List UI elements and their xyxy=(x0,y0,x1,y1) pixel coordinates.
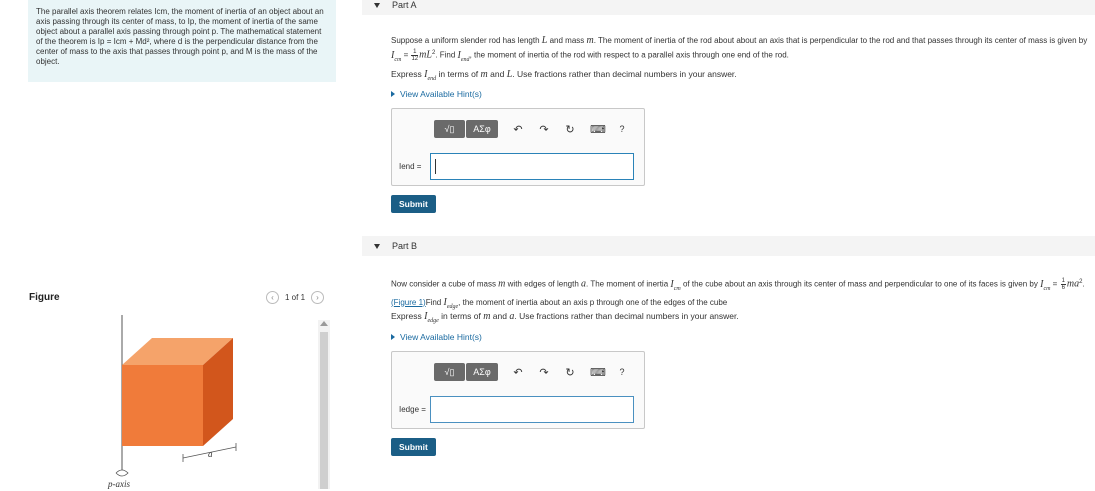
part-a-header[interactable]: Part A xyxy=(362,0,1095,15)
prev-figure-button[interactable]: ‹ xyxy=(266,291,279,304)
part-a-hint-link[interactable]: View Available Hint(s) xyxy=(391,89,482,99)
scroll-up-icon[interactable] xyxy=(320,321,328,326)
templates-button[interactable]: √▯ xyxy=(434,120,465,138)
part-b-hint-link[interactable]: View Available Hint(s) xyxy=(391,332,482,342)
redo-icon[interactable]: ↷ xyxy=(538,123,550,136)
undo-icon[interactable]: ↶ xyxy=(512,366,524,379)
part-b-submit-button[interactable]: Submit xyxy=(391,438,436,456)
part-a-answer-input[interactable] xyxy=(430,153,634,180)
templates-button[interactable]: √▯ xyxy=(434,363,465,381)
p-axis-label: p-axis xyxy=(107,479,130,489)
part-a-submit-button[interactable]: Submit xyxy=(391,195,436,213)
part-b-field-label: Iedge = xyxy=(399,405,426,414)
keyboard-icon[interactable]: ⌨ xyxy=(590,123,606,136)
part-a-field-label: Iend = xyxy=(399,162,422,171)
keyboard-icon[interactable]: ⌨ xyxy=(590,366,606,379)
redo-icon[interactable]: ↷ xyxy=(538,366,550,379)
reset-icon[interactable]: ↻ xyxy=(564,123,576,136)
intro-text: The parallel axis theorem relates Icm, t… xyxy=(36,7,324,66)
symbols-button[interactable]: ΑΣφ xyxy=(466,363,498,381)
hint-caret-icon xyxy=(391,91,395,97)
part-a-answer-box: √▯ ΑΣφ ↶ ↷ ↻ ⌨ ? Iend = xyxy=(391,108,645,186)
rotation-arrow-icon xyxy=(115,469,129,477)
help-icon[interactable]: ? xyxy=(616,124,628,134)
figure-pager: ‹ 1 of 1 › xyxy=(266,291,325,304)
edge-label: a xyxy=(208,449,213,459)
part-a-express: Express Iend in terms of m and L. Use fr… xyxy=(391,69,737,82)
next-figure-button[interactable]: › xyxy=(311,291,325,304)
hint-caret-icon xyxy=(391,334,395,340)
collapse-caret-icon xyxy=(374,243,380,249)
part-a-question: Suppose a uniform slender rod has length… xyxy=(391,35,1088,63)
collapse-caret-icon xyxy=(374,2,380,8)
figure-image: a p-axis xyxy=(28,310,336,489)
part-b-answer-box: √▯ ΑΣφ ↶ ↷ ↻ ⌨ ? Iedge = xyxy=(391,351,645,429)
part-b-answer-input[interactable] xyxy=(430,396,634,423)
cube-diagram: a p-axis xyxy=(107,315,237,489)
undo-icon[interactable]: ↶ xyxy=(512,123,524,136)
part-a-math-toolbar: √▯ ΑΣφ ↶ ↷ ↻ ⌨ ? xyxy=(434,120,628,138)
reset-icon[interactable]: ↻ xyxy=(564,366,576,379)
part-b-express: Express Iedge in terms of m and a. Use f… xyxy=(391,311,739,324)
figure-1-link[interactable]: (Figure 1) xyxy=(391,298,426,307)
part-b-label: Part B xyxy=(392,241,418,251)
figure-scrollbar[interactable] xyxy=(318,320,330,489)
page-indicator: 1 of 1 xyxy=(285,293,306,302)
cube-front-face xyxy=(122,365,203,446)
scroll-thumb[interactable] xyxy=(320,332,328,489)
help-icon[interactable]: ? xyxy=(616,367,628,377)
part-b-header[interactable]: Part B xyxy=(362,236,1095,256)
part-b-math-toolbar: √▯ ΑΣφ ↶ ↷ ↻ ⌨ ? xyxy=(434,363,628,381)
symbols-button[interactable]: ΑΣφ xyxy=(466,120,498,138)
part-a-label: Part A xyxy=(392,0,417,10)
figure-title: Figure xyxy=(29,292,60,303)
text-cursor xyxy=(435,159,436,174)
intro-panel: The parallel axis theorem relates Icm, t… xyxy=(28,0,336,82)
part-b-question: Now consider a cube of mass m with edges… xyxy=(391,278,1085,310)
